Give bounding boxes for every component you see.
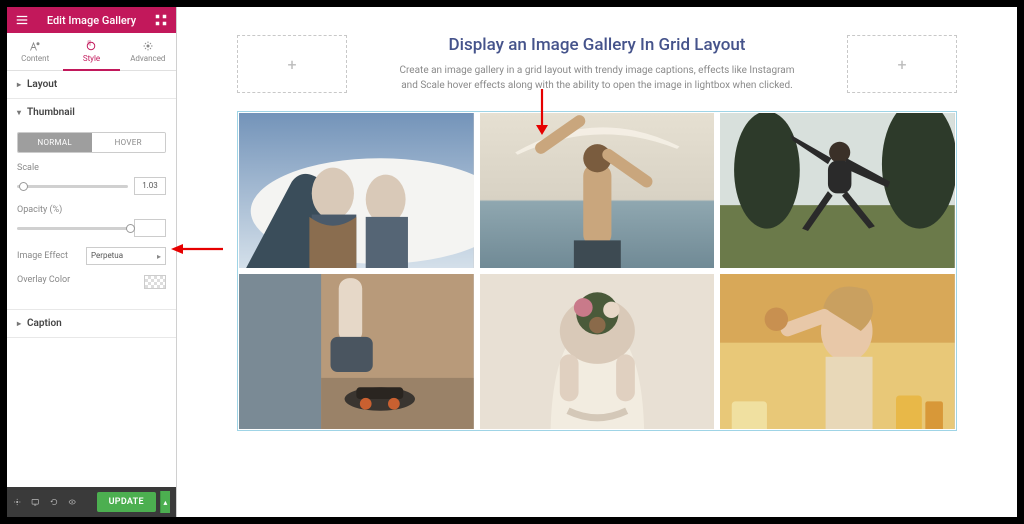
chevron-right-icon: ▸ [17, 80, 21, 89]
gallery-tile[interactable] [480, 113, 715, 268]
overlay-color-swatch[interactable] [144, 275, 166, 289]
add-section-right[interactable]: + [847, 35, 957, 93]
overlay-label: Overlay Color [17, 275, 70, 285]
section-layout[interactable]: ▸ Layout [7, 71, 176, 99]
tab-label: Advanced [130, 54, 165, 63]
scale-label: Scale [17, 163, 166, 173]
sidebar-tabs: Content Style Advanced [7, 33, 176, 71]
effect-label: Image Effect [17, 251, 68, 261]
control-scale: Scale 1.03 [17, 163, 166, 195]
scale-slider[interactable] [17, 185, 128, 188]
effect-select[interactable]: Perpetua [86, 247, 166, 265]
hero-block: Display an Image Gallery In Grid Layout … [367, 35, 827, 93]
sidebar-header: Edit Image Gallery [7, 7, 176, 33]
section-thumbnail-head[interactable]: ▾ Thumbnail [7, 99, 176, 126]
editor-sidebar: Edit Image Gallery Content Style Advance… [7, 7, 177, 517]
apps-icon[interactable] [154, 13, 168, 27]
gallery-tile[interactable] [480, 274, 715, 429]
sidebar-body: ▸ Layout ▾ Thumbnail NORMAL HOVER Scale 1.… [7, 71, 176, 487]
opacity-label: Opacity (%) [17, 205, 166, 215]
history-icon[interactable] [50, 496, 58, 508]
tab-style[interactable]: Style [63, 33, 119, 71]
plus-icon: + [287, 55, 296, 74]
control-image-effect: Image Effect Perpetua [17, 247, 166, 265]
chevron-right-icon: ▸ [17, 319, 21, 328]
control-overlay-color: Overlay Color [17, 275, 166, 289]
tab-label: Style [83, 54, 100, 63]
opacity-value[interactable] [134, 219, 166, 237]
seg-normal[interactable]: NORMAL [18, 133, 92, 152]
control-opacity: Opacity (%) [17, 205, 166, 237]
gallery-tile[interactable] [720, 113, 955, 268]
responsive-icon[interactable] [31, 496, 39, 508]
image-gallery[interactable] [237, 111, 957, 431]
panel-title: Edit Image Gallery [29, 14, 154, 27]
gallery-tile[interactable] [239, 113, 474, 268]
preview-canvas: + Display an Image Gallery In Grid Layou… [177, 7, 1017, 517]
tab-label: Content [21, 54, 49, 63]
update-button[interactable]: UPDATE [97, 492, 156, 512]
preview-icon[interactable] [68, 496, 76, 508]
settings-icon[interactable] [13, 496, 21, 508]
hero-desc: Create an image gallery in a grid layout… [397, 63, 797, 93]
update-dropdown[interactable]: ▴ [160, 491, 170, 513]
section-title: Layout [27, 79, 57, 90]
section-thumbnail: ▾ Thumbnail NORMAL HOVER Scale 1.03 [7, 99, 176, 310]
sidebar-footer: UPDATE ▴ [7, 487, 176, 517]
scale-value[interactable]: 1.03 [134, 177, 166, 195]
tab-advanced[interactable]: Advanced [120, 33, 176, 71]
seg-hover[interactable]: HOVER [92, 133, 166, 152]
tab-content[interactable]: Content [7, 33, 63, 71]
state-segmented: NORMAL HOVER [17, 132, 166, 153]
menu-icon[interactable] [15, 13, 29, 27]
hero-title: Display an Image Gallery In Grid Layout [367, 35, 827, 55]
section-caption[interactable]: ▸ Caption [7, 310, 176, 338]
chevron-down-icon: ▾ [17, 108, 21, 117]
gallery-tile[interactable] [720, 274, 955, 429]
section-title: Thumbnail [27, 107, 75, 118]
section-title: Caption [27, 318, 62, 329]
gallery-tile[interactable] [239, 274, 474, 429]
opacity-slider[interactable] [17, 227, 128, 230]
add-section-left[interactable]: + [237, 35, 347, 93]
plus-icon: + [897, 55, 906, 74]
